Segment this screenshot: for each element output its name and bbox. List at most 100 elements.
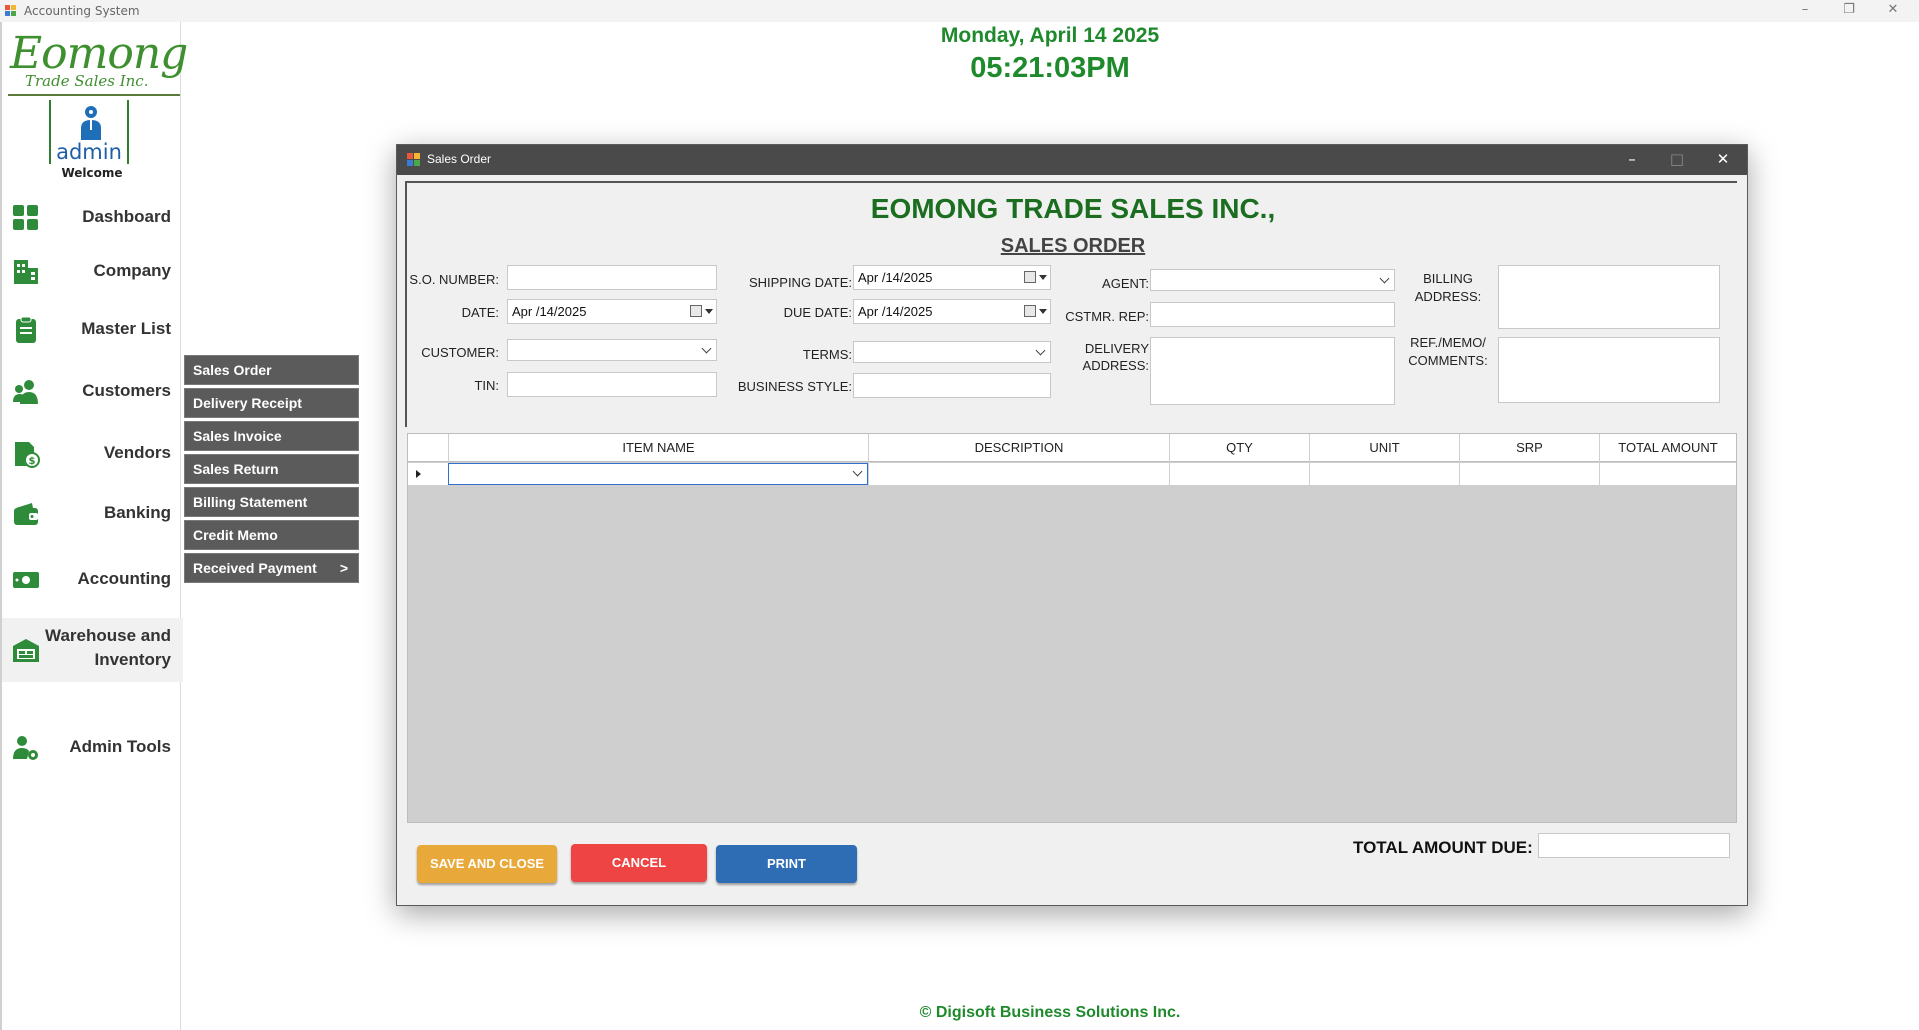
logo-sub-text: Trade Sales Inc. xyxy=(25,72,149,90)
sidebar-item-label: Customers xyxy=(82,381,171,400)
sidebar-item-label: Warehouse and Inventory xyxy=(45,626,171,669)
qty-cell[interactable] xyxy=(1169,463,1309,485)
minimize-button[interactable]: – xyxy=(1782,0,1828,22)
customer-label: CUSTOMER: xyxy=(421,345,499,360)
clipboard-icon xyxy=(16,316,36,343)
warehouse-icon xyxy=(13,639,39,662)
due-date-label: DUE DATE: xyxy=(783,305,852,320)
srp-cell[interactable] xyxy=(1459,463,1599,485)
sidebar-item-label: Master List xyxy=(81,319,171,338)
sidebar-item-banking[interactable]: Banking xyxy=(2,488,183,538)
submenu-item-delivery-receipt[interactable]: Delivery Receipt xyxy=(184,388,359,418)
description-cell[interactable] xyxy=(868,463,1169,485)
chevron-down-icon xyxy=(1379,273,1390,284)
footer-copyright: © Digisoft Business Solutions Inc. xyxy=(919,1004,1181,1021)
calendar-dropdown-icon[interactable] xyxy=(690,305,713,319)
column-header-item-name[interactable]: ITEM NAME xyxy=(448,434,868,462)
current-date: Monday, April 14 2025 xyxy=(940,24,1160,47)
dialog-title: Sales Order xyxy=(427,152,492,166)
billing-address-field[interactable] xyxy=(1498,265,1720,329)
due-date-value: Apr /14/2025 xyxy=(858,304,933,319)
company-name-heading: EOMONG TRADE SALES INC., xyxy=(870,193,1276,224)
grid-header: ITEM NAME DESCRIPTION QTY UNIT SRP TOTAL… xyxy=(408,434,1736,462)
customer-combobox[interactable] xyxy=(507,339,717,361)
ref-memo-field[interactable] xyxy=(1498,337,1720,403)
window-title: Accounting System xyxy=(24,4,140,18)
column-header-unit[interactable]: UNIT xyxy=(1309,434,1459,462)
sidebar-item-company[interactable]: Company xyxy=(2,246,183,296)
delivery-address-label-line1: DELIVERY xyxy=(1084,341,1149,356)
billing-address-label-line2: ADDRESS: xyxy=(1414,289,1482,304)
form-title: SALES ORDER xyxy=(1000,235,1146,257)
total-amount-due-field xyxy=(1538,833,1730,858)
items-grid: ITEM NAME DESCRIPTION QTY UNIT SRP TOTAL… xyxy=(407,433,1737,823)
restore-button[interactable]: ❐ xyxy=(1826,0,1872,22)
close-button[interactable]: ✕ xyxy=(1870,0,1916,22)
wallet-icon xyxy=(14,503,38,525)
sidebar-item-master-list[interactable]: Master List xyxy=(2,304,183,354)
save-and-close-button[interactable]: SAVE AND CLOSE xyxy=(417,845,557,883)
sidebar-item-accounting[interactable]: Accounting xyxy=(2,554,183,604)
row-pointer-icon xyxy=(416,470,421,478)
dialog-close-button[interactable]: ✕ xyxy=(1701,145,1745,175)
sidebar-item-label: Vendors xyxy=(103,443,171,462)
sidebar-item-vendors[interactable]: $ Vendors xyxy=(2,428,183,478)
due-date-picker[interactable]: Apr /14/2025 xyxy=(853,299,1051,324)
building-icon xyxy=(14,260,38,284)
row-selector[interactable] xyxy=(408,463,448,485)
submenu-item-sales-invoice[interactable]: Sales Invoice xyxy=(184,421,359,451)
cancel-button[interactable]: CANCEL xyxy=(571,844,707,882)
user-gear-icon xyxy=(13,736,38,760)
sidebar-item-customers[interactable]: Customers xyxy=(2,366,183,416)
business-style-field[interactable] xyxy=(853,373,1051,398)
business-style-label: BUSINESS STYLE: xyxy=(737,379,852,394)
tin-field[interactable] xyxy=(507,372,717,397)
column-header-total-amount[interactable]: TOTAL AMOUNT xyxy=(1599,434,1736,462)
chevron-down-icon xyxy=(701,343,712,354)
item-name-combobox[interactable] xyxy=(448,463,868,485)
calendar-dropdown-icon[interactable] xyxy=(1024,271,1047,285)
billing-address-label-line1: BILLING xyxy=(1423,271,1473,286)
window-titlebar: Accounting System – ❐ ✕ xyxy=(0,0,1919,22)
dialog-titlebar: Sales Order – □ ✕ xyxy=(397,145,1747,175)
submenu-item-billing-statement[interactable]: Billing Statement xyxy=(184,487,359,517)
shipping-date-picker[interactable]: Apr /14/2025 xyxy=(853,265,1051,290)
delivery-address-field[interactable] xyxy=(1150,337,1395,405)
agent-combobox[interactable] xyxy=(1150,269,1395,291)
submenu-item-received-payment[interactable]: Received Payment > xyxy=(184,553,359,583)
total-amount-cell[interactable] xyxy=(1599,463,1736,485)
dialog-maximize-button[interactable]: □ xyxy=(1655,145,1699,175)
column-header-srp[interactable]: SRP xyxy=(1459,434,1599,462)
user-avatar-icon xyxy=(81,106,101,140)
sidebar-item-warehouse[interactable]: Warehouse and Inventory xyxy=(2,618,183,682)
user-panel: admin xyxy=(49,100,129,164)
sidebar-item-label: Accounting xyxy=(77,569,172,588)
cstmr-rep-label: CSTMR. REP: xyxy=(1065,309,1149,324)
so-number-field[interactable] xyxy=(507,265,717,290)
date-picker[interactable]: Apr /14/2025 xyxy=(507,299,717,324)
submenu-arrow-icon: > xyxy=(339,560,348,576)
unit-cell[interactable] xyxy=(1309,463,1459,485)
column-header-description[interactable]: DESCRIPTION xyxy=(868,434,1169,462)
dialog-minimize-button[interactable]: – xyxy=(1610,145,1654,175)
print-button[interactable]: PRINT xyxy=(716,845,857,883)
submenu-item-credit-memo[interactable]: Credit Memo xyxy=(184,520,359,550)
cstmr-rep-field[interactable] xyxy=(1150,302,1395,327)
submenu-item-label: Received Payment xyxy=(193,560,317,576)
app-icon xyxy=(5,5,16,16)
column-header-qty[interactable]: QTY xyxy=(1169,434,1309,462)
date-value: Apr /14/2025 xyxy=(512,304,587,319)
sidebar-item-label: Banking xyxy=(103,503,171,522)
agent-label: AGENT: xyxy=(1102,276,1149,291)
submenu-item-sales-return[interactable]: Sales Return xyxy=(184,454,359,484)
submenu-item-sales-order[interactable]: Sales Order xyxy=(184,355,359,385)
sales-order-form: EOMONG TRADE SALES INC., SALES ORDER S.O… xyxy=(405,181,1737,427)
calendar-dropdown-icon[interactable] xyxy=(1024,305,1047,319)
sidebar: Eomong Trade Sales Inc. admin Welcome Da… xyxy=(0,22,188,1030)
company-logo: Eomong Trade Sales Inc. xyxy=(8,24,188,96)
current-time: 05:21:03PM xyxy=(970,52,1130,84)
sidebar-item-admin-tools[interactable]: Admin Tools xyxy=(2,722,183,772)
terms-combobox[interactable] xyxy=(853,341,1051,363)
shipping-date-value: Apr /14/2025 xyxy=(858,270,933,285)
sidebar-item-dashboard[interactable]: Dashboard xyxy=(2,192,183,242)
